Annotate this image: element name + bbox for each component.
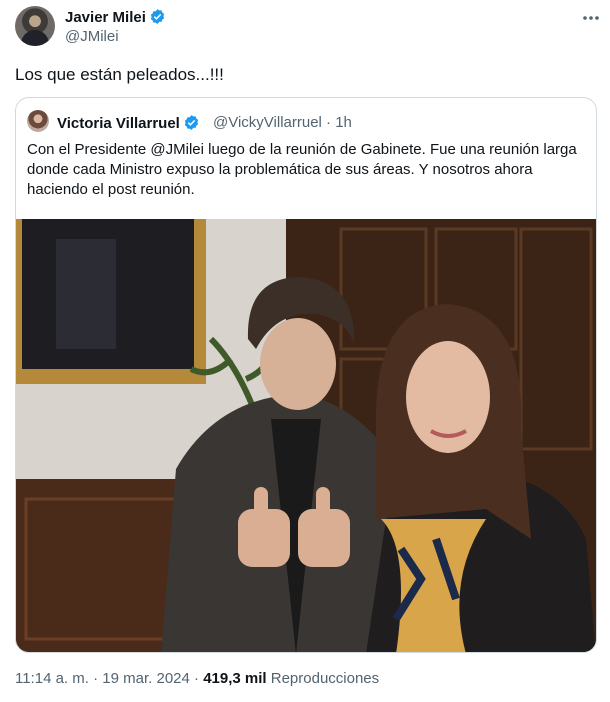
tweet-time[interactable]: 11:14 a. m. <box>15 670 89 687</box>
separator-dot: · <box>194 670 200 687</box>
author-name-row[interactable]: Javier Milei <box>65 8 166 29</box>
separator-dot: · <box>93 670 99 687</box>
quoted-tweet[interactable]: Victoria Villarruel @VickyVillarruel · 1… <box>15 97 597 653</box>
author-handle[interactable]: @JMilei <box>65 28 119 45</box>
author-avatar[interactable] <box>15 6 55 46</box>
tweet-footer: 11:14 a. m. · 19 mar. 2024 · 419,3 mil R… <box>15 670 379 687</box>
quoted-author-name-row[interactable]: Victoria Villarruel <box>57 114 200 135</box>
quoted-handle[interactable]: @VickyVillarruel <box>213 114 322 131</box>
more-icon[interactable] <box>582 8 600 22</box>
photo-illustration <box>16 219 596 652</box>
views-label: Reproducciones <box>270 670 380 687</box>
quoted-text: Con el Presidente @JMilei luego de la re… <box>27 141 577 198</box>
quoted-handle-row: @VickyVillarruel · 1h <box>213 114 352 131</box>
verified-icon <box>149 8 166 29</box>
view-count: 419,3 mil <box>203 670 267 687</box>
quoted-time[interactable]: 1h <box>335 114 352 131</box>
quoted-author-name[interactable]: Victoria Villarruel <box>57 115 180 132</box>
quoted-author-avatar[interactable] <box>27 110 49 132</box>
tweet-photo[interactable] <box>16 219 596 652</box>
separator-dot: · <box>326 114 332 131</box>
author-name[interactable]: Javier Milei <box>65 9 146 26</box>
tweet-header: Javier Milei @JMilei <box>15 6 600 50</box>
verified-icon <box>183 114 200 135</box>
tweet-text: Los que están peleados...!!! <box>15 65 224 84</box>
tweet-date[interactable]: 19 mar. 2024 <box>102 670 190 687</box>
